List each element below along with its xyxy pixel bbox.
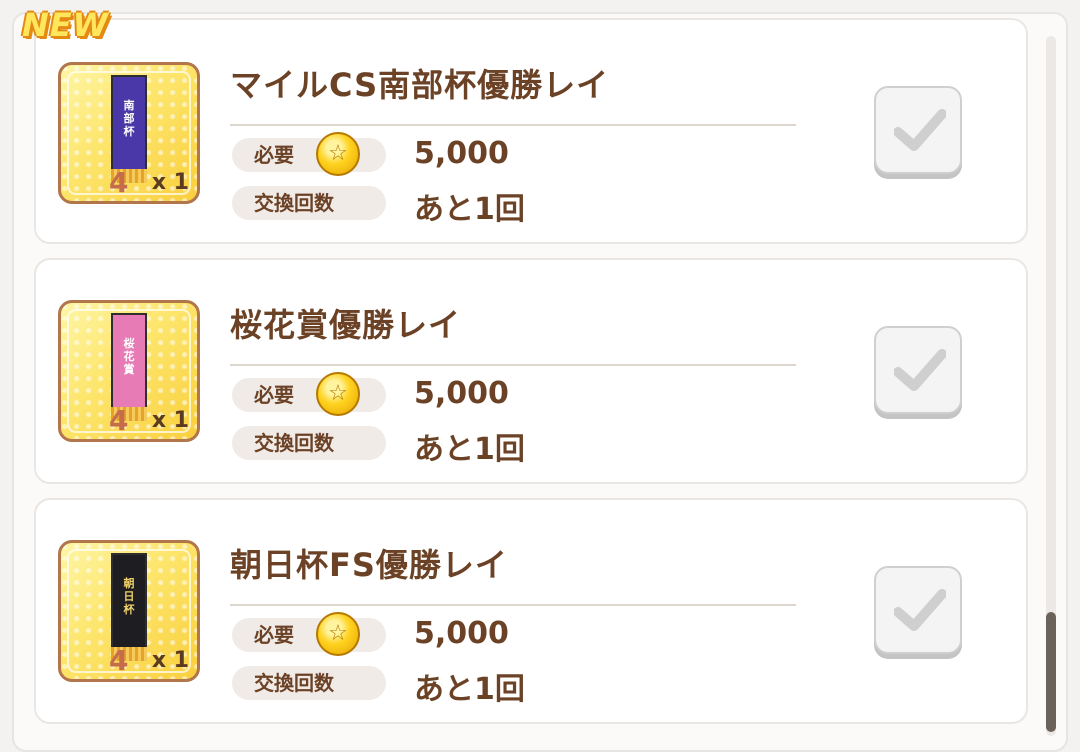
lei-banner-icon: 南部杯 bbox=[111, 75, 147, 183]
item-thumbnail: 桜花賞 4 x 1 bbox=[58, 300, 200, 442]
stand-icon: 4 bbox=[109, 644, 129, 677]
banner-text: 南部杯 bbox=[123, 99, 135, 138]
divider bbox=[230, 124, 796, 126]
select-checkbox[interactable] bbox=[874, 326, 962, 414]
banner-text: 桜花賞 bbox=[123, 337, 135, 376]
item-quantity: x 1 bbox=[151, 408, 189, 433]
new-badge: NEW bbox=[22, 6, 109, 44]
checkmark-icon bbox=[894, 589, 946, 631]
cost-value: 5,000 bbox=[414, 616, 509, 651]
remaining-count: あと1回 bbox=[414, 672, 525, 707]
item-thumbnail: 朝日杯 4 x 1 bbox=[58, 540, 200, 682]
item-quantity: x 1 bbox=[151, 170, 189, 195]
coin-icon: ☆ bbox=[316, 372, 360, 416]
exchange-item-card[interactable]: 南部杯 4 x 1 マイルCS南部杯優勝レイ 必要 ☆ 5,000 交換回数 あ… bbox=[34, 18, 1028, 244]
coin-icon: ☆ bbox=[316, 132, 360, 176]
cost-value: 5,000 bbox=[414, 136, 509, 171]
item-title: マイルCS南部杯優勝レイ bbox=[230, 66, 610, 104]
cost-value: 5,000 bbox=[414, 376, 509, 411]
exchange-item-card[interactable]: 朝日杯 4 x 1 朝日杯FS優勝レイ 必要 ☆ 5,000 交換回数 あと1回 bbox=[34, 498, 1028, 724]
remaining-count: あと1回 bbox=[414, 432, 525, 467]
exchange-count-label: 交換回数 bbox=[232, 186, 386, 220]
item-title: 桜花賞優勝レイ bbox=[230, 306, 462, 344]
divider bbox=[230, 604, 796, 606]
remaining-count: あと1回 bbox=[414, 192, 525, 227]
banner-text: 朝日杯 bbox=[123, 577, 135, 616]
stand-icon: 4 bbox=[109, 166, 129, 199]
exchange-count-label: 交換回数 bbox=[232, 426, 386, 460]
required-label: 必要 bbox=[232, 138, 386, 172]
checkmark-icon bbox=[894, 109, 946, 151]
select-checkbox[interactable] bbox=[874, 86, 962, 174]
item-title: 朝日杯FS優勝レイ bbox=[230, 546, 508, 584]
exchange-count-label: 交換回数 bbox=[232, 666, 386, 700]
lei-banner-icon: 朝日杯 bbox=[111, 553, 147, 661]
select-checkbox[interactable] bbox=[874, 566, 962, 654]
scrollbar-thumb[interactable] bbox=[1046, 612, 1056, 732]
coin-icon: ☆ bbox=[316, 612, 360, 656]
required-label: 必要 bbox=[232, 618, 386, 652]
lei-banner-icon: 桜花賞 bbox=[111, 313, 147, 421]
stand-icon: 4 bbox=[109, 404, 129, 437]
required-label: 必要 bbox=[232, 378, 386, 412]
item-thumbnail: 南部杯 4 x 1 bbox=[58, 62, 200, 204]
divider bbox=[230, 364, 796, 366]
item-quantity: x 1 bbox=[151, 648, 189, 673]
checkmark-icon bbox=[894, 349, 946, 391]
exchange-item-card[interactable]: 桜花賞 4 x 1 桜花賞優勝レイ 必要 ☆ 5,000 交換回数 あと1回 bbox=[34, 258, 1028, 484]
